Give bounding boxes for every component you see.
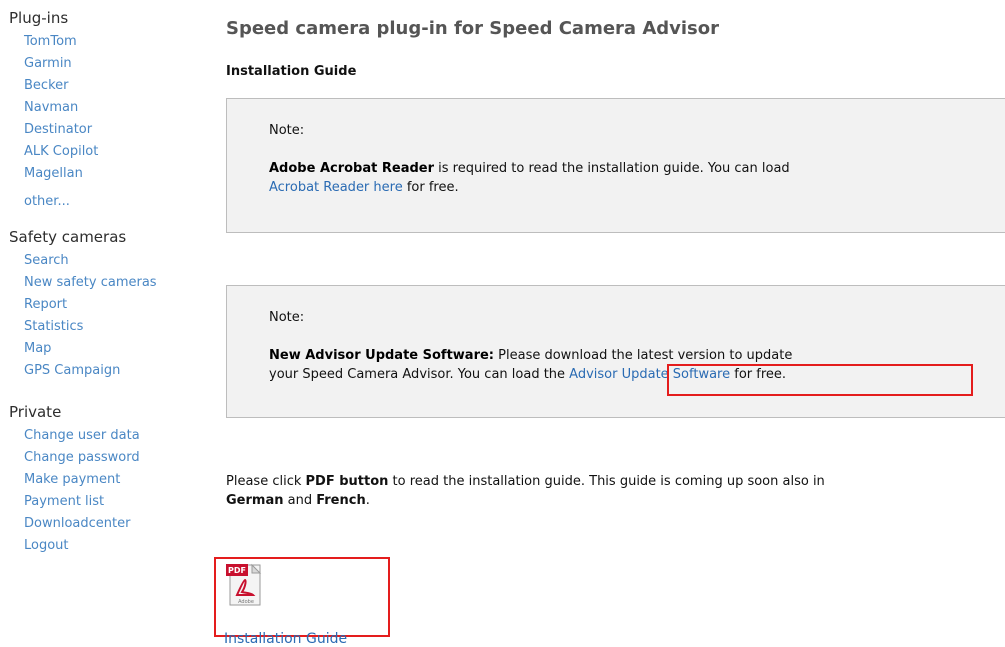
nav-link-change-password[interactable]: Change password bbox=[24, 450, 140, 465]
note-text-part: for free. bbox=[402, 180, 459, 195]
note-text: New Advisor Update Software: Please down… bbox=[269, 346, 989, 384]
pdf-icon[interactable]: PDF Adobe bbox=[224, 562, 264, 608]
svg-text:PDF: PDF bbox=[228, 566, 246, 575]
section-subtitle: Installation Guide bbox=[226, 64, 357, 79]
section-title-private: Private bbox=[9, 403, 62, 421]
nav-link-becker[interactable]: Becker bbox=[24, 78, 68, 93]
page-title: Speed camera plug-in for Speed Camera Ad… bbox=[226, 18, 720, 39]
note-label: Note: bbox=[269, 310, 305, 325]
nav-link-downloadcenter[interactable]: Downloadcenter bbox=[24, 516, 130, 531]
pdf-download-box: PDF Adobe Installation Guide bbox=[214, 557, 390, 647]
installation-guide-link[interactable]: Installation Guide bbox=[224, 631, 347, 647]
para-bold-french: French bbox=[316, 493, 366, 508]
nav-link-destinator[interactable]: Destinator bbox=[24, 122, 92, 137]
note-text-part: Please download the latest version to up… bbox=[494, 348, 793, 363]
note-text-part: your Speed Camera Advisor. You can load … bbox=[269, 367, 570, 382]
instructions-paragraph: Please click PDF button to read the inst… bbox=[226, 472, 1005, 510]
para-text: . bbox=[365, 493, 370, 508]
nav-link-payment-list[interactable]: Payment list bbox=[24, 494, 104, 509]
para-text: Please click bbox=[226, 474, 306, 489]
nav-link-alk-copilot[interactable]: ALK Copilot bbox=[24, 144, 98, 159]
nav-link-new-safety-cameras[interactable]: New safety cameras bbox=[24, 275, 157, 290]
nav-link-statistics[interactable]: Statistics bbox=[24, 319, 83, 334]
note-bold-text: New Advisor Update Software: bbox=[269, 348, 495, 363]
note-box-acrobat: Note: Adobe Acrobat Reader is required t… bbox=[226, 98, 1005, 233]
nav-link-tomtom[interactable]: TomTom bbox=[24, 34, 77, 49]
note-box-advisor: Note: New Advisor Update Software: Pleas… bbox=[226, 285, 1005, 418]
para-text: and bbox=[283, 493, 317, 508]
para-bold-german: German bbox=[226, 493, 284, 508]
note-text: Adobe Acrobat Reader is required to read… bbox=[269, 159, 989, 197]
section-title-plugins: Plug-ins bbox=[9, 9, 69, 27]
para-text: to read the installation guide. This gui… bbox=[388, 474, 825, 489]
note-label: Note: bbox=[269, 123, 305, 138]
nav-link-map[interactable]: Map bbox=[24, 341, 51, 356]
nav-link-gps-campaign[interactable]: GPS Campaign bbox=[24, 363, 120, 378]
note-text-part: is required to read the installation gui… bbox=[434, 161, 790, 176]
nav-link-garmin[interactable]: Garmin bbox=[24, 56, 72, 71]
nav-link-magellan[interactable]: Magellan bbox=[24, 166, 83, 181]
advisor-update-software-link[interactable]: Advisor Update Software bbox=[569, 367, 730, 382]
nav-link-search[interactable]: Search bbox=[24, 253, 69, 268]
nav-link-make-payment[interactable]: Make payment bbox=[24, 472, 120, 487]
private-nav: Change user data Change password Make pa… bbox=[9, 425, 199, 557]
note-bold-text: Adobe Acrobat Reader bbox=[269, 161, 435, 176]
acrobat-reader-link[interactable]: Acrobat Reader here bbox=[269, 180, 403, 195]
section-title-safety-cameras: Safety cameras bbox=[9, 228, 127, 246]
safety-nav: Search New safety cameras Report Statist… bbox=[9, 250, 199, 382]
svg-text:Adobe: Adobe bbox=[238, 599, 254, 605]
sidebar: Plug-ins TomTom Garmin Becker Navman Des… bbox=[9, 8, 199, 557]
nav-link-report[interactable]: Report bbox=[24, 297, 67, 312]
para-bold-pdf-button: PDF button bbox=[305, 474, 389, 489]
nav-link-navman[interactable]: Navman bbox=[24, 100, 78, 115]
note-text-part: for free. bbox=[730, 367, 787, 382]
plugins-nav: TomTom Garmin Becker Navman Destinator A… bbox=[9, 31, 199, 213]
nav-link-logout[interactable]: Logout bbox=[24, 538, 69, 553]
nav-link-other[interactable]: other... bbox=[24, 194, 70, 209]
nav-link-change-user-data[interactable]: Change user data bbox=[24, 428, 140, 443]
